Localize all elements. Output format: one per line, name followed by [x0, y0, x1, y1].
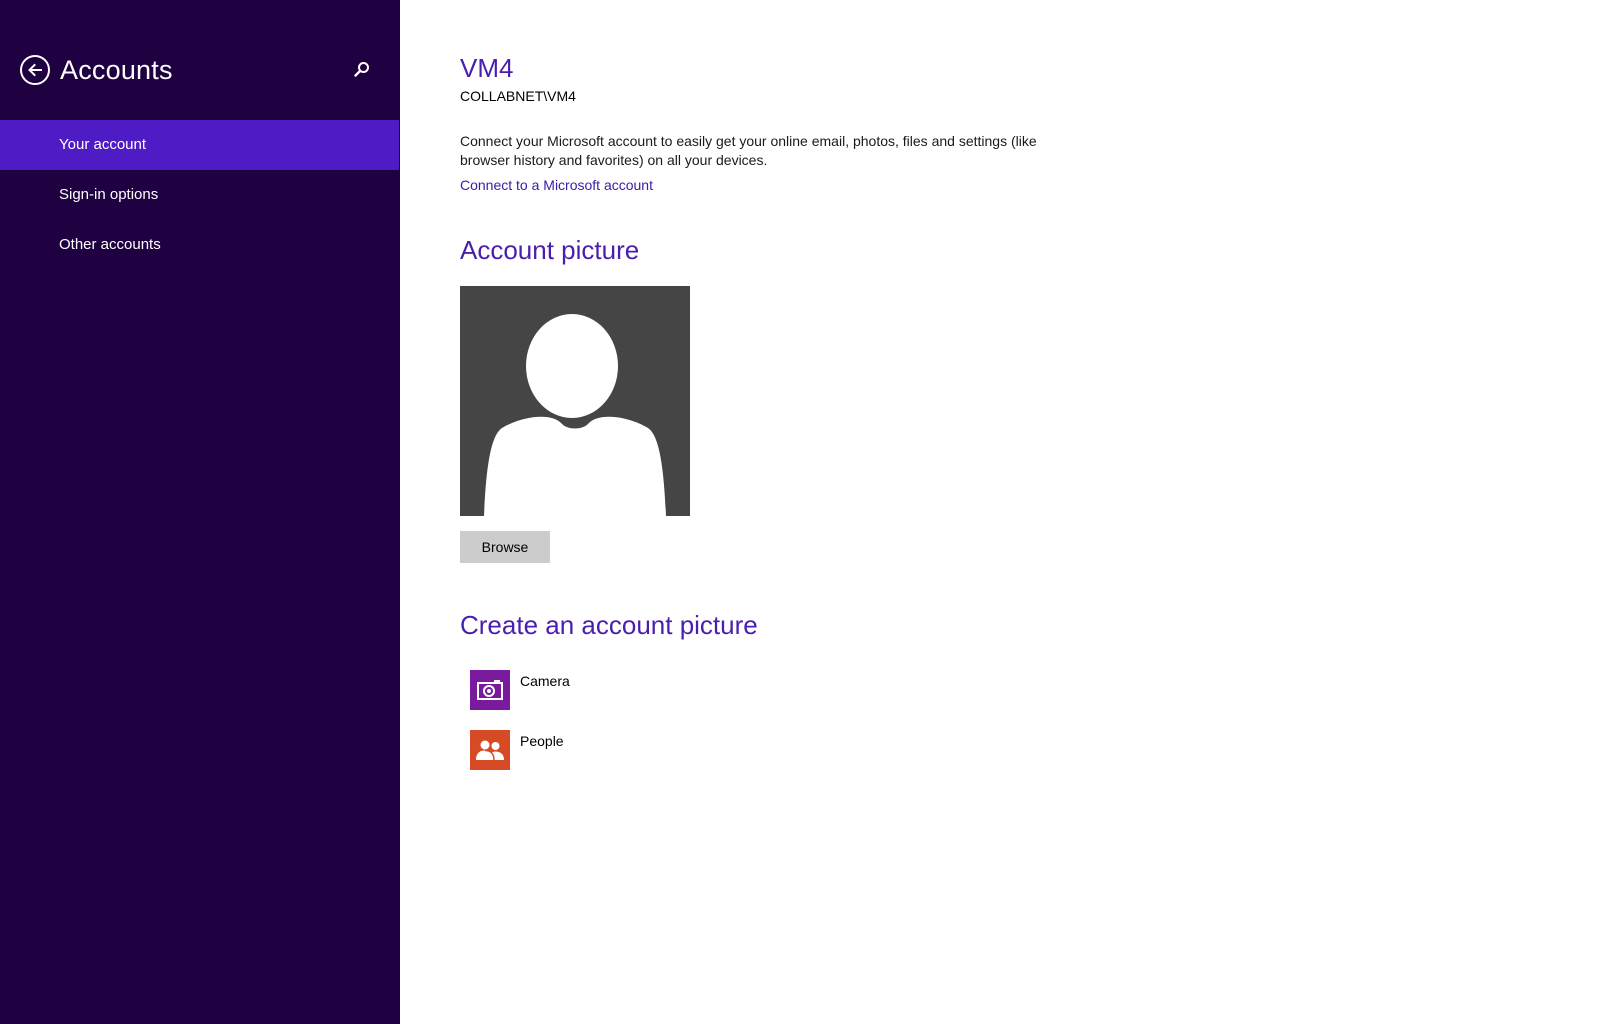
- accounts-settings-window: Accounts Your account Sign-in options Ot…: [0, 0, 1600, 1024]
- main-content: VM4 COLLABNET\VM4 Connect your Microsoft…: [460, 0, 1560, 1024]
- sidebar-item-sign-in-options[interactable]: Sign-in options: [0, 170, 399, 220]
- sidebar-item-other-accounts[interactable]: Other accounts: [0, 220, 399, 270]
- people-tile: [470, 730, 510, 770]
- page-title: Accounts: [60, 54, 173, 85]
- user-name: VM4: [460, 53, 514, 83]
- app-label: People: [520, 733, 564, 749]
- search-button[interactable]: [352, 60, 372, 80]
- default-user-silhouette-icon: [484, 314, 666, 516]
- camera-icon: [477, 680, 503, 700]
- connect-description: Connect your Microsoft account to easily…: [460, 133, 1037, 168]
- browse-button[interactable]: Browse: [460, 531, 550, 563]
- connect-microsoft-account-link[interactable]: Connect to a Microsoft account: [460, 177, 653, 193]
- sidebar-item-your-account[interactable]: Your account: [0, 120, 399, 170]
- account-picture: [460, 286, 690, 516]
- create-account-picture-heading: Create an account picture: [460, 610, 758, 640]
- sidebar-header: Accounts: [20, 53, 380, 87]
- back-arrow-icon: [28, 63, 42, 77]
- people-icon: [476, 740, 504, 761]
- back-button[interactable]: [20, 55, 50, 85]
- camera-tile: [470, 670, 510, 710]
- sidebar: Accounts Your account Sign-in options Ot…: [0, 0, 400, 1024]
- sidebar-item-label: Sign-in options: [59, 186, 159, 203]
- sidebar-item-label: Other accounts: [59, 236, 161, 253]
- sidebar-item-label: Your account: [59, 136, 147, 153]
- app-label: Camera: [520, 673, 570, 689]
- user-domain: COLLABNET\VM4: [460, 88, 576, 104]
- search-icon: [354, 62, 369, 77]
- account-picture-heading: Account picture: [460, 235, 640, 265]
- sidebar-nav: Your account Sign-in options Other accou…: [0, 120, 399, 270]
